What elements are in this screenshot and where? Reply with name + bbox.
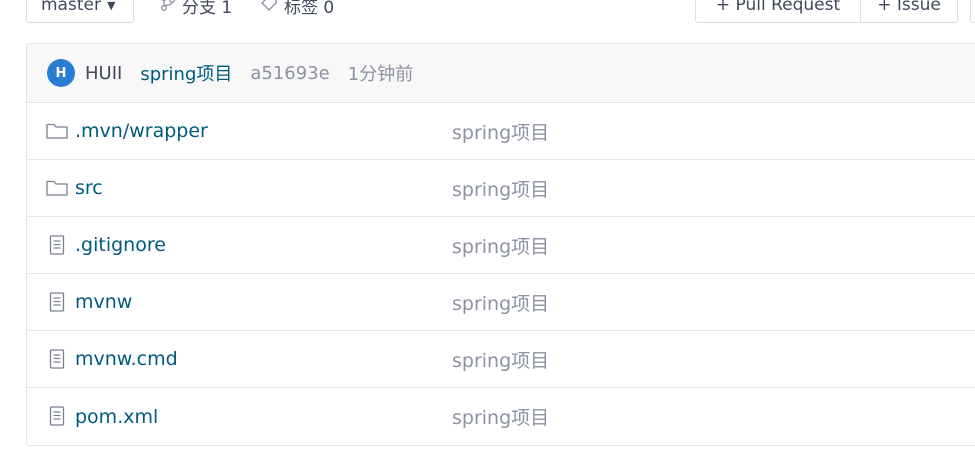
- branches-label: 分支 1: [182, 0, 233, 18]
- file-row[interactable]: .mvn/wrapper spring项目: [27, 103, 975, 160]
- latest-commit-bar: H HUII spring项目 a51693e 1分钟前: [27, 44, 975, 103]
- file-commit-message[interactable]: spring项目: [452, 118, 549, 145]
- file-commit-message[interactable]: spring项目: [452, 403, 549, 430]
- branches-link[interactable]: 分支 1: [160, 0, 232, 23]
- file-row[interactable]: mvnw.cmd spring项目: [27, 331, 975, 388]
- file-commit-message[interactable]: spring项目: [452, 175, 549, 202]
- file-name-link[interactable]: mvnw: [75, 291, 132, 313]
- file-icon: [46, 348, 68, 370]
- file-icon: [46, 405, 68, 427]
- folder-icon: [46, 177, 68, 199]
- file-name-link[interactable]: mvnw.cmd: [75, 348, 178, 370]
- issue-label: + Issue: [877, 0, 941, 15]
- new-pull-request-button[interactable]: + Pull Request: [695, 0, 861, 23]
- file-row[interactable]: pom.xml spring项目: [27, 388, 975, 445]
- file-name-link[interactable]: src: [75, 177, 103, 199]
- tags-label: 标签 0: [284, 0, 335, 18]
- branch-label: master: [41, 0, 101, 15]
- pull-request-label: + Pull Request: [715, 0, 841, 15]
- avatar-letter: H: [55, 65, 67, 81]
- repo-page: master ▼ 分支 1 标签 0 + Pull Request + Issu…: [0, 0, 975, 456]
- file-icon: [46, 234, 68, 256]
- file-row[interactable]: src spring项目: [27, 160, 975, 217]
- repo-toolbar: master ▼ 分支 1 标签 0 + Pull Request + Issu…: [0, 0, 975, 25]
- avatar[interactable]: H: [47, 59, 75, 87]
- commit-time: 1分钟前: [347, 64, 414, 85]
- file-name-link[interactable]: pom.xml: [75, 406, 158, 428]
- file-list: .mvn/wrapper spring项目 src spring项目 .gitignor…: [27, 103, 975, 445]
- caret-down-icon: ▼: [106, 0, 116, 12]
- file-row[interactable]: .gitignore spring项目: [27, 217, 975, 274]
- tag-icon: [260, 0, 278, 16]
- tags-link[interactable]: 标签 0: [260, 0, 334, 23]
- file-name-link[interactable]: .mvn/wrapper: [75, 120, 208, 142]
- branch-select-button[interactable]: master ▼: [26, 0, 134, 23]
- folder-icon: [46, 120, 68, 142]
- file-commit-message[interactable]: spring项目: [452, 289, 549, 316]
- file-row[interactable]: mvnw spring项目: [27, 274, 975, 331]
- file-icon: [46, 291, 68, 313]
- commit-author[interactable]: HUII: [85, 63, 122, 84]
- branch-icon: [160, 0, 176, 16]
- commit-sha[interactable]: a51693e: [250, 63, 329, 84]
- file-commit-message[interactable]: spring项目: [452, 232, 549, 259]
- file-commit-message[interactable]: spring项目: [452, 346, 549, 373]
- new-issue-button[interactable]: + Issue: [860, 0, 958, 23]
- file-name-link[interactable]: .gitignore: [75, 234, 166, 256]
- more-button[interactable]: [970, 0, 975, 23]
- commit-message[interactable]: spring项目: [140, 60, 232, 86]
- file-list-box: H HUII spring项目 a51693e 1分钟前 .mvn/wrappe…: [26, 43, 975, 446]
